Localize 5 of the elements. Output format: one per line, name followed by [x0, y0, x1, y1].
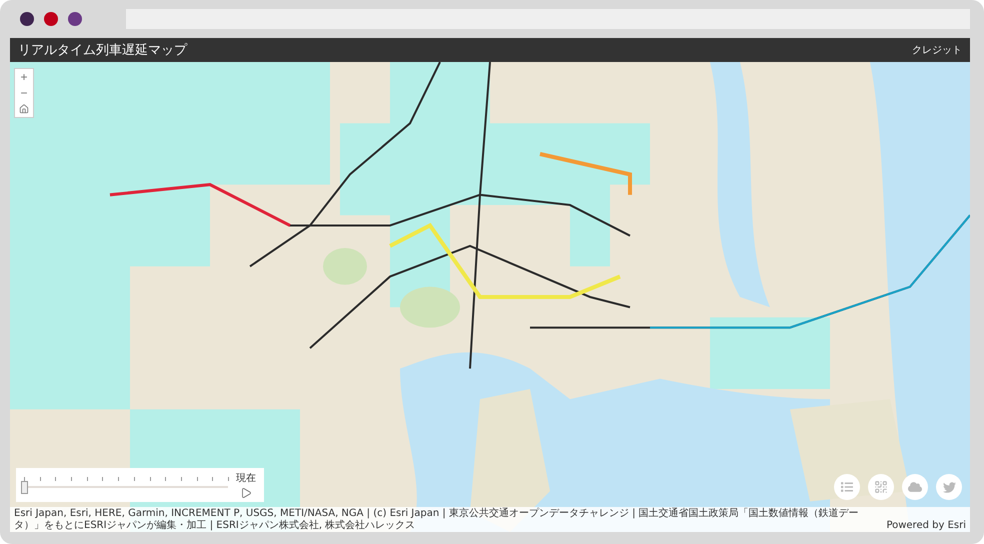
credit-link[interactable]: クレジット — [912, 43, 962, 57]
powered-by-text: Powered by Esri — [886, 520, 966, 531]
now-label: 現在 — [236, 472, 256, 485]
attribution-text: Esri Japan, Esri, HERE, Garmin, INCREMENT P, USGS, METI/NASA, NGA | (c) Esri Japan | 東京公共交通オープンデータチャレンジ | 国土交通省国土政策局「国土数値情報（鉄道データ）」をもとにESRIジャパンが編集・加工 | ESRIジャパン株式会社, 株式会社ハレックス — [14, 508, 860, 531]
app-title: リアルタイム列車遅延マップ — [18, 42, 187, 59]
